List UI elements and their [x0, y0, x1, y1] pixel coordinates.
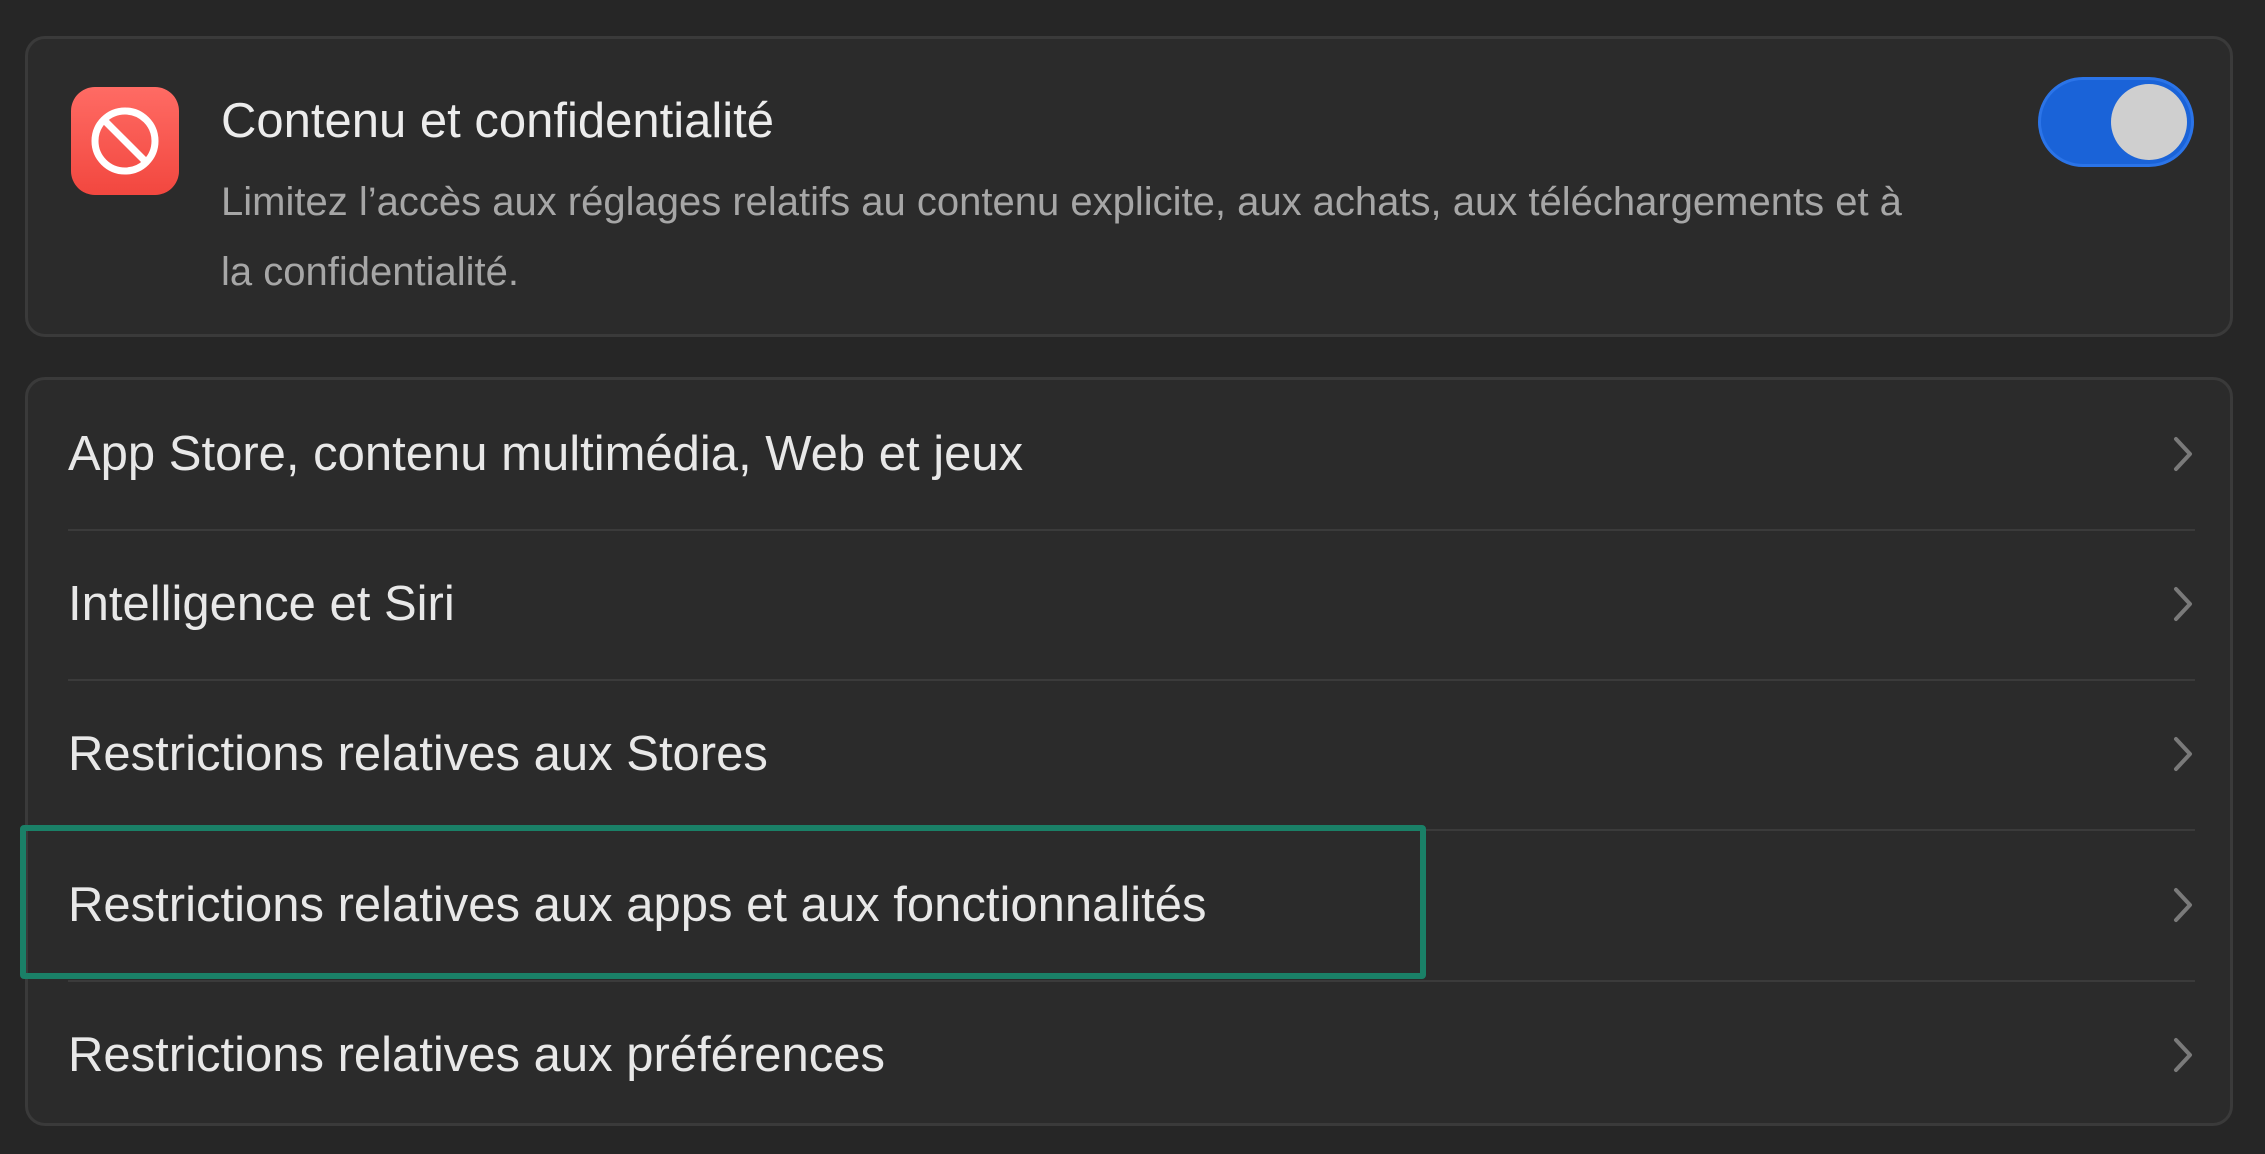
- list-item-label: Intelligence et Siri: [68, 577, 455, 631]
- content-privacy-toggle[interactable]: [2038, 77, 2194, 167]
- chevron-right-icon: [2174, 437, 2192, 471]
- content-privacy-description: Limitez l’accès aux réglages relatifs au…: [221, 180, 1902, 294]
- list-item-label: Restrictions relatives aux Stores: [68, 727, 768, 781]
- chevron-right-icon: [2174, 1038, 2192, 1072]
- content-privacy-card: Contenu et confidentialité Limitez l’acc…: [25, 36, 2233, 337]
- restricted-icon: [71, 87, 179, 195]
- chevron-right-icon: [2174, 737, 2192, 771]
- restrictions-list: App Store, contenu multimédia, Web et je…: [25, 377, 2233, 1126]
- list-item-label: Restrictions relatives aux préférences: [68, 1028, 886, 1082]
- list-item-store-restrictions[interactable]: Restrictions relatives aux Stores: [28, 680, 2230, 830]
- list-item-label: App Store, contenu multimédia, Web et je…: [68, 427, 1024, 481]
- content-privacy-title: Contenu et confidentialité: [221, 94, 774, 148]
- toggle-knob: [2111, 84, 2187, 160]
- list-item-preference-restrictions[interactable]: Restrictions relatives aux préférences: [28, 981, 2230, 1131]
- list-item-app-feature-restrictions[interactable]: Restrictions relatives aux apps et aux f…: [28, 831, 2230, 981]
- list-item-label: Restrictions relatives aux apps et aux f…: [68, 878, 1207, 932]
- chevron-right-icon: [2174, 888, 2192, 922]
- list-item-intelligence-siri[interactable]: Intelligence et Siri: [28, 530, 2230, 680]
- chevron-right-icon: [2174, 587, 2192, 621]
- list-item-app-store[interactable]: App Store, contenu multimédia, Web et je…: [28, 380, 2230, 530]
